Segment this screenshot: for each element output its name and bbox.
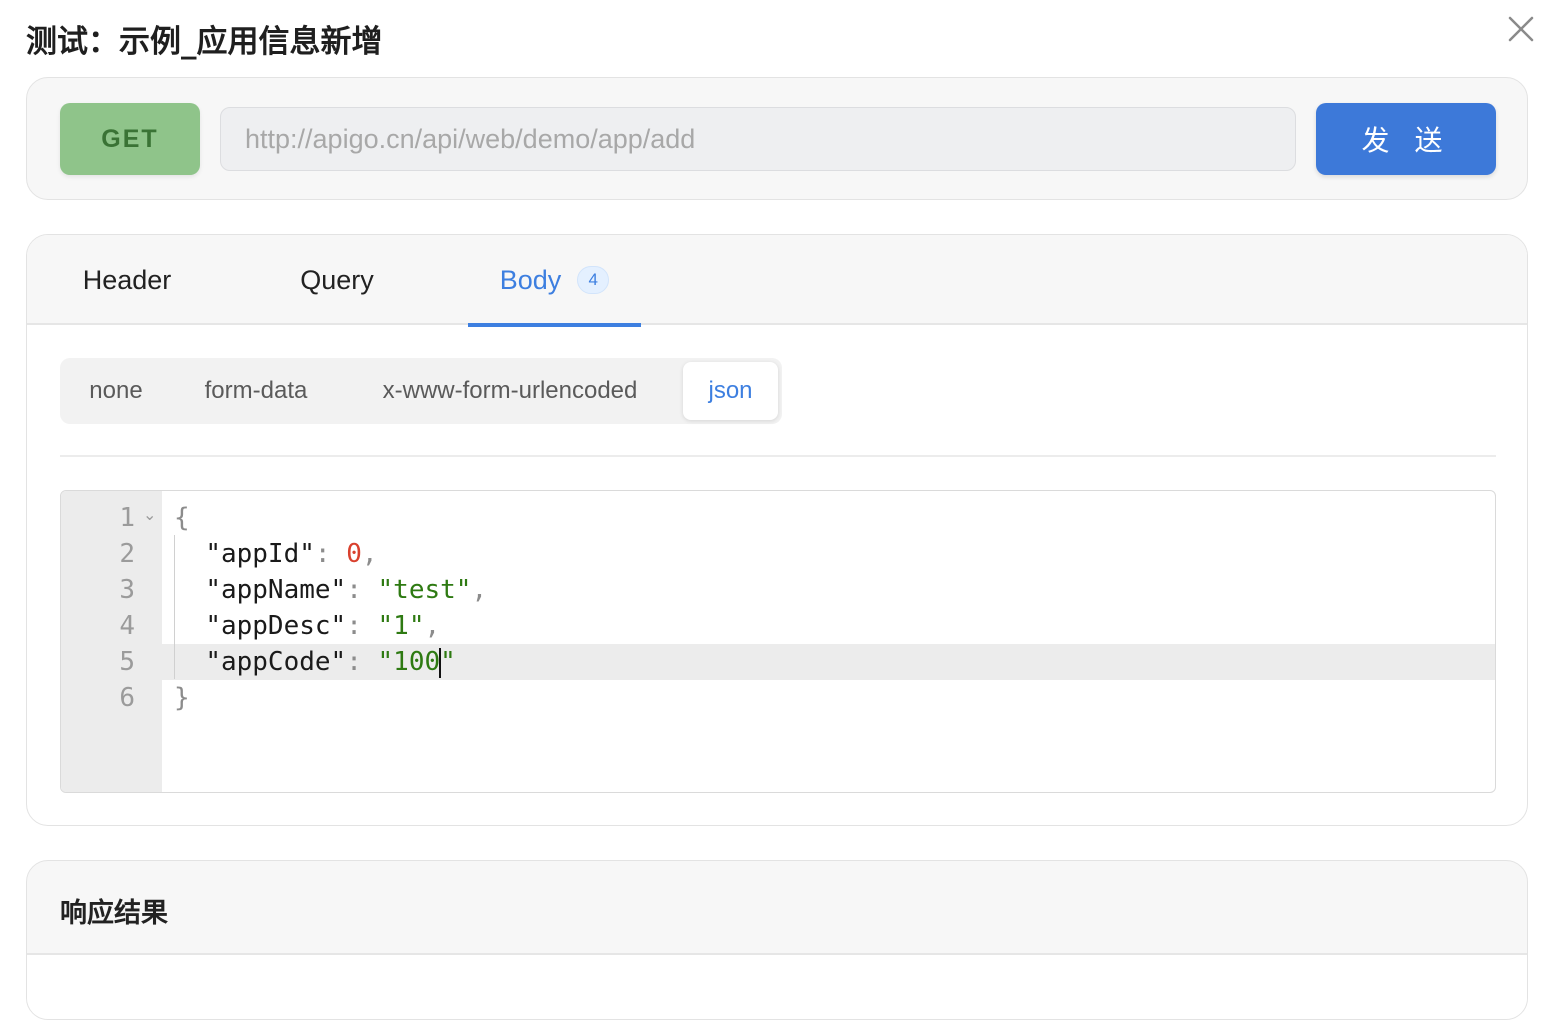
- close-icon[interactable]: [1500, 8, 1542, 50]
- method-button[interactable]: GET: [60, 103, 200, 175]
- json-key: "appName": [205, 575, 347, 605]
- request-bar: GET 发 送: [26, 77, 1528, 200]
- json-value: "test": [377, 575, 472, 605]
- body-type-none[interactable]: none: [66, 362, 166, 420]
- line-number: 6: [119, 683, 135, 713]
- code-line: }: [174, 680, 190, 716]
- response-panel: 响应结果: [26, 860, 1528, 1020]
- tab-body[interactable]: Body 4: [468, 235, 641, 327]
- tab-label: Body: [499, 264, 562, 295]
- tab-label: Header: [82, 264, 172, 295]
- send-button[interactable]: 发 送: [1316, 103, 1496, 175]
- tab-label: Query: [300, 264, 374, 295]
- json-key: "appCode": [205, 647, 347, 677]
- json-colon: :: [314, 539, 347, 569]
- json-brace: {: [174, 503, 190, 533]
- line-number: 1: [119, 503, 135, 533]
- url-input[interactable]: [220, 107, 1296, 171]
- line-number: 3: [119, 575, 135, 605]
- json-colon: :: [346, 575, 378, 605]
- tab-bar: Header Query Body 4: [27, 235, 1527, 327]
- dialog-title: 测试：示例_应用信息新增: [26, 24, 383, 60]
- body-type-json[interactable]: json: [683, 362, 778, 420]
- line-number: 5: [119, 647, 135, 677]
- divider: [60, 455, 1496, 457]
- response-body: [27, 955, 1527, 1019]
- code-line: "appCode": "100": [174, 644, 456, 680]
- json-comma: ,: [361, 539, 378, 569]
- json-editor[interactable]: 1 2 3 4 5 6 ⌄ { "appId": 0, "appName": "…: [60, 490, 1496, 793]
- json-brace: }: [174, 683, 190, 713]
- json-colon: :: [346, 611, 378, 641]
- json-colon: :: [346, 647, 378, 677]
- response-title: 响应结果: [60, 898, 168, 929]
- line-number: 2: [119, 539, 135, 569]
- count-badge: 4: [577, 266, 610, 294]
- code-line: "appDesc": "1",: [174, 608, 440, 644]
- json-key: "appId": [205, 539, 315, 569]
- code-line: "appId": 0,: [174, 536, 378, 572]
- code-line: {: [174, 500, 190, 536]
- json-key: "appDesc": [205, 611, 347, 641]
- params-panel: Header Query Body 4 none form-data x-www…: [26, 234, 1528, 826]
- tab-query[interactable]: Query: [257, 235, 417, 325]
- body-type-form-data[interactable]: form-data: [174, 362, 338, 420]
- json-value-tail: ": [440, 647, 456, 677]
- code-line: "appName": "test",: [174, 572, 487, 608]
- json-value: "100: [377, 647, 441, 677]
- fold-chevron-icon[interactable]: ⌄: [143, 505, 156, 524]
- tab-header[interactable]: Header: [47, 235, 207, 325]
- json-comma: ,: [424, 611, 441, 641]
- json-value: "1": [377, 611, 425, 641]
- json-value: 0: [346, 539, 362, 569]
- json-comma: ,: [471, 575, 488, 605]
- body-type-urlencoded[interactable]: x-www-form-urlencoded: [352, 362, 668, 420]
- body-type-selector: none form-data x-www-form-urlencoded jso…: [60, 358, 782, 424]
- line-number: 4: [119, 611, 135, 641]
